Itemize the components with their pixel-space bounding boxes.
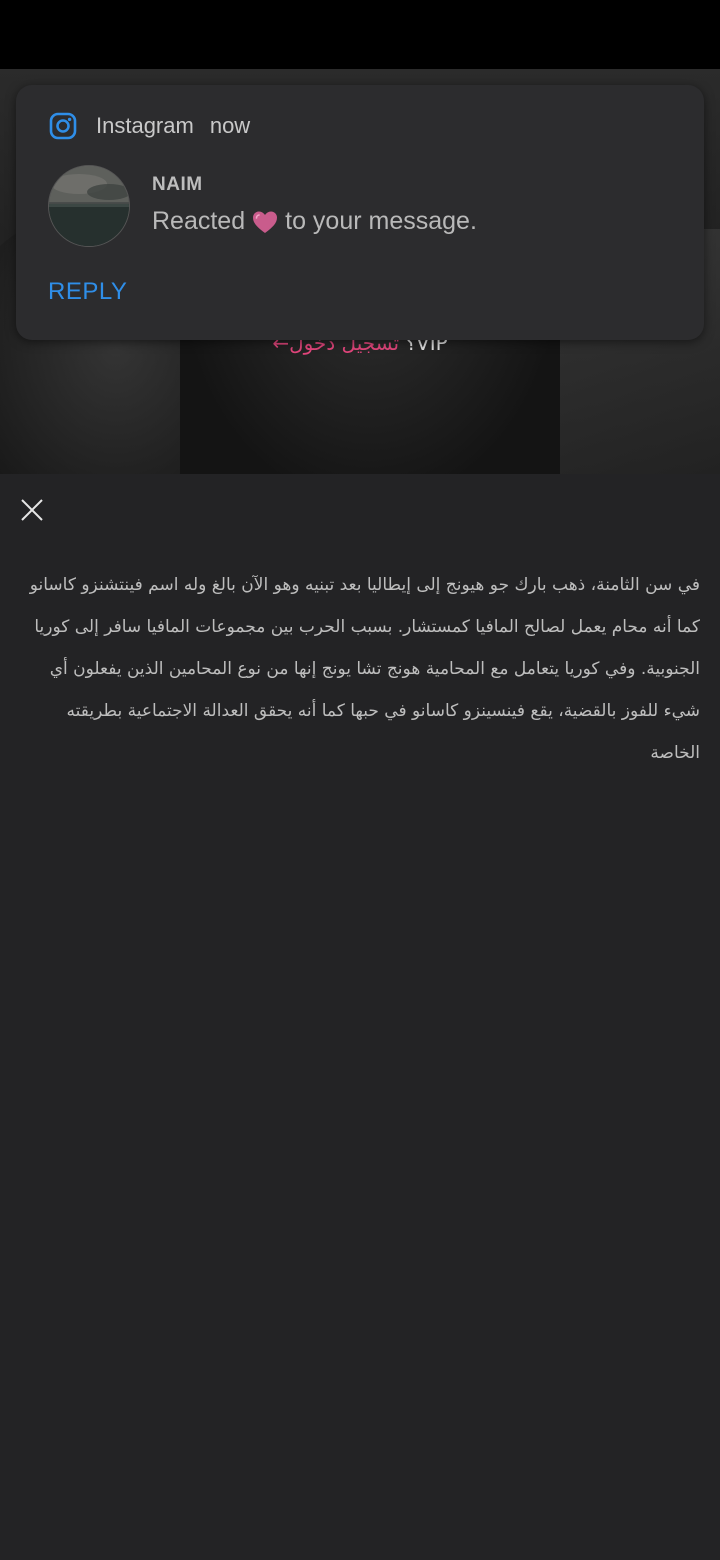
message-text-end: to your message. [285, 207, 477, 235]
heart-icon [253, 211, 278, 233]
sender-avatar [48, 165, 130, 247]
instagram-notification[interactable]: Instagram now NAIM Reacted to your messa… [16, 85, 704, 340]
notification-message: Reacted to your message. [152, 207, 477, 236]
notification-app-name: Instagram [96, 113, 194, 138]
notification-header: Instagram now [49, 111, 250, 141]
close-icon [21, 499, 43, 521]
article-description: في سن الثامنة، ذهب بارك جو هيونج إلى إيط… [29, 575, 700, 763]
sender-name: NAIM [152, 174, 203, 195]
message-text-start: Reacted [152, 207, 246, 235]
reply-button[interactable]: REPLY [48, 278, 127, 306]
notification-time: now [209, 113, 251, 138]
close-button[interactable] [16, 494, 48, 526]
instagram-icon [49, 112, 77, 140]
status-bar [0, 0, 720, 69]
